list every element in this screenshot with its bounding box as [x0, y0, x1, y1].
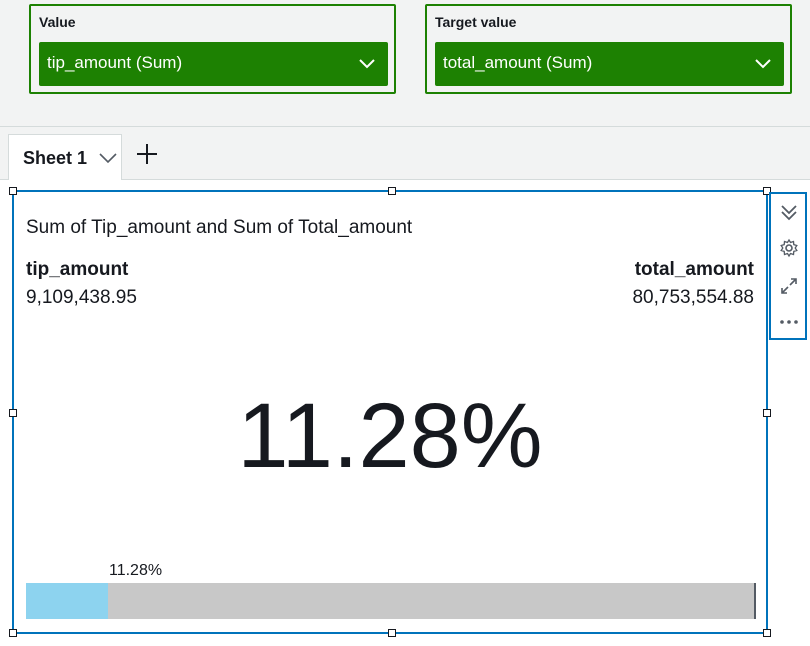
resize-handle-se[interactable]	[763, 629, 771, 637]
progress-label: 11.28%	[109, 562, 163, 579]
kpi-percent: 11.28%	[237, 385, 543, 487]
resize-handle-sw[interactable]	[9, 629, 17, 637]
more-icon[interactable]	[779, 312, 799, 332]
target-amount: 80,753,554.88	[632, 287, 754, 308]
progress-target-marker	[754, 583, 756, 619]
sheet-tab-bar: Sheet 1	[0, 127, 810, 180]
target-field-button[interactable]: total_amount (Sum)	[435, 42, 784, 86]
progress-bar	[26, 583, 756, 619]
value-well: Value tip_amount (Sum)	[29, 4, 396, 94]
field-wells: Value tip_amount (Sum) Target value tota…	[0, 0, 810, 127]
resize-handle-nw[interactable]	[9, 187, 17, 195]
chevron-down-icon	[755, 59, 771, 69]
collapse-icon[interactable]	[779, 202, 799, 222]
add-sheet-icon[interactable]	[136, 143, 158, 165]
chevron-down-icon[interactable]	[99, 152, 117, 164]
progress-bar-fill	[26, 583, 109, 619]
sheet-tab-label: Sheet 1	[23, 148, 88, 168]
resize-handle-n[interactable]	[388, 187, 396, 195]
expand-icon[interactable]	[779, 276, 799, 296]
tab-sheet-1[interactable]: Sheet 1	[8, 134, 122, 180]
target-well: Target value total_amount (Sum)	[425, 4, 792, 94]
target-field-label: total_amount (Sum)	[443, 53, 593, 72]
visual-title: Sum of Tip_amount and Sum of Total_amoun…	[26, 217, 413, 238]
resize-handle-s[interactable]	[388, 629, 396, 637]
value-well-label: Value	[39, 14, 76, 30]
target-name: total_amount	[634, 259, 754, 280]
visual-menu	[769, 192, 807, 340]
gear-icon[interactable]	[779, 238, 799, 258]
kpi-visual[interactable]: Sum of Tip_amount and Sum of Total_amoun…	[9, 187, 771, 637]
value-amount: 9,109,438.95	[26, 287, 137, 308]
chevron-down-icon	[359, 59, 375, 69]
value-name: tip_amount	[26, 259, 129, 280]
value-field-button[interactable]: tip_amount (Sum)	[39, 42, 388, 86]
target-well-label: Target value	[435, 14, 517, 30]
value-field-label: tip_amount (Sum)	[47, 53, 183, 72]
